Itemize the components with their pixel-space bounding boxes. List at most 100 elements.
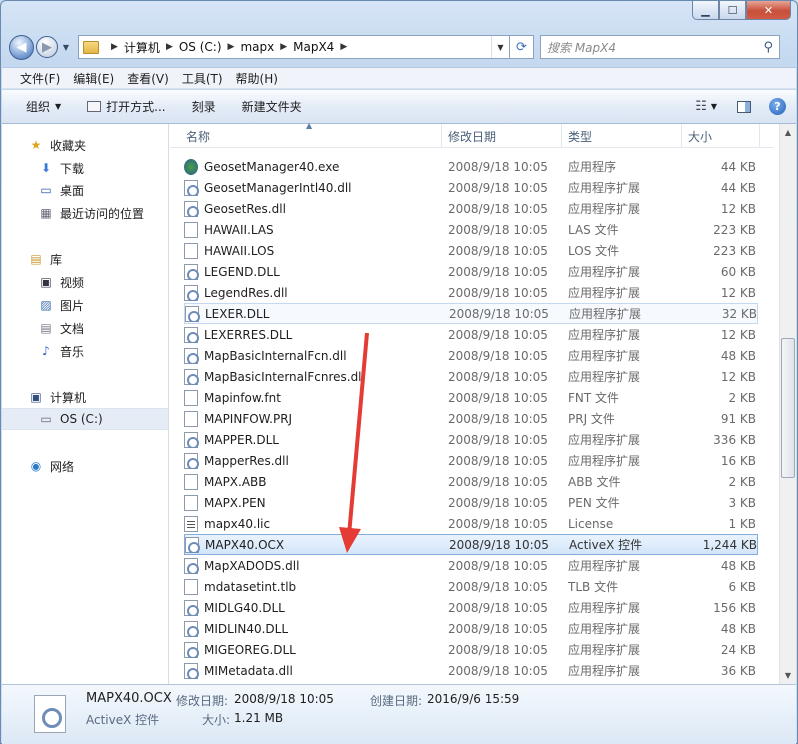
sidebar-item[interactable]: ★ 收藏夹	[2, 134, 168, 156]
preview-pane-icon[interactable]	[737, 100, 751, 113]
breadcrumb-separator-icon[interactable]: ▶	[166, 42, 173, 52]
scroll-down-icon[interactable]: ▼	[780, 667, 796, 684]
application-icon	[184, 158, 198, 175]
menu-tools[interactable]: 工具(T)	[182, 70, 223, 87]
scroll-thumb[interactable]	[781, 338, 795, 478]
table-row[interactable]: MAPX40.OCX 2008/9/18 10:05 ActiveX 控件 1,244…	[184, 534, 758, 555]
generic-file-icon	[184, 494, 198, 511]
minimize-button[interactable]: ▁	[692, 1, 719, 20]
table-row[interactable]: LEXER.DLL 2008/9/18 10:05 应用程序扩展 32 KB	[184, 303, 758, 324]
table-row[interactable]: GeosetRes.dll 2008/9/18 10:05 应用程序扩展 12 KB	[184, 198, 758, 219]
sidebar-item[interactable]: ▤ 文档	[2, 317, 168, 339]
search-icon[interactable]: ⚲	[763, 40, 773, 55]
search-input[interactable]: 搜索 MapX4 ⚲	[540, 35, 780, 59]
vertical-scrollbar[interactable]: ▲ ▼	[779, 124, 796, 684]
table-row[interactable]: MIMetadata.dll 2008/9/18 10:05 应用程序扩展 36 KB	[184, 660, 758, 681]
file-size: 336 KB	[713, 432, 756, 447]
file-type: LOS 文件	[568, 244, 620, 258]
view-options-dropdown[interactable]: ▼	[711, 102, 717, 111]
menu-help[interactable]: 帮助(H)	[236, 70, 278, 87]
back-button[interactable]: ◀	[9, 34, 34, 60]
table-row-partial[interactable]	[184, 148, 758, 156]
column-header-type[interactable]: 类型	[562, 124, 682, 148]
file-name-cell: MapperRes.dll	[184, 452, 442, 469]
table-row[interactable]: GeosetManager40.exe 2008/9/18 10:05 应用程序 44…	[184, 156, 758, 177]
breadcrumb-separator-icon[interactable]: ▶	[340, 42, 347, 52]
menu-file[interactable]: 文件(F)	[20, 70, 60, 87]
breadcrumb-drive[interactable]: OS (C:)	[179, 40, 222, 54]
sidebar-item[interactable]: ▭ 桌面	[2, 179, 168, 201]
scroll-up-icon[interactable]: ▲	[780, 124, 796, 141]
sidebar-item[interactable]: ▨ 图片	[2, 294, 168, 316]
sidebar-item[interactable]: ♪ 音乐	[2, 340, 168, 362]
file-name: mapx40.lic	[204, 516, 271, 531]
forward-arrow-icon: ▶	[42, 39, 52, 55]
table-row[interactable]: MAPX.ABB 2008/9/18 10:05 ABB 文件 2 KB	[184, 471, 758, 492]
table-row[interactable]: Mapinfow.fnt 2008/9/18 10:05 FNT 文件 2 KB	[184, 387, 758, 408]
dll-file-icon	[184, 599, 199, 616]
file-date: 2008/9/18 10:05	[448, 600, 548, 615]
open-with-button[interactable]: 打开方式...	[87, 98, 166, 115]
table-row[interactable]: MAPINFOW.PRJ 2008/9/18 10:05 PRJ 文件 91 KB	[184, 408, 758, 429]
table-row[interactable]: MapperRes.dll 2008/9/18 10:05 应用程序扩展 16 KB	[184, 450, 758, 471]
table-row[interactable]: MIGEOREG.DLL 2008/9/18 10:05 应用程序扩展 24 KB	[184, 639, 758, 660]
help-icon[interactable]: ?	[769, 98, 786, 115]
burn-button[interactable]: 刻录	[192, 98, 216, 115]
sidebar-item[interactable]: ⬇ 下载	[2, 157, 168, 179]
table-row[interactable]: MAPPER.DLL 2008/9/18 10:05 应用程序扩展 336 KB	[184, 429, 758, 450]
sidebar-item[interactable]: ▭ OS (C:)	[2, 408, 168, 430]
sidebar-item[interactable]: ▦ 最近访问的位置	[2, 202, 168, 224]
file-type: 应用程序扩展	[568, 265, 641, 279]
breadcrumb-separator-icon[interactable]: ▶	[228, 42, 235, 52]
table-row[interactable]: LEGEND.DLL 2008/9/18 10:05 应用程序扩展 60 KB	[184, 261, 758, 282]
table-row[interactable]: MapBasicInternalFcnres.dll 2008/9/18 10:0…	[184, 366, 758, 387]
organize-button[interactable]: 组织 ▼	[26, 98, 61, 115]
breadcrumb-mapx[interactable]: mapx	[240, 40, 274, 54]
sidebar-item[interactable]: ◉ 网络	[2, 455, 168, 477]
sidebar-item-label: 库	[50, 252, 63, 267]
file-name: LEGEND.DLL	[204, 264, 280, 279]
file-size: 1 KB	[728, 516, 756, 531]
file-name: MIDLIN40.DLL	[204, 621, 289, 636]
file-name-cell: LEXERRES.DLL	[184, 326, 442, 343]
column-header-size[interactable]: 大小	[682, 124, 760, 148]
recent-pages-dropdown[interactable]: ▼	[60, 43, 72, 52]
table-row[interactable]: HAWAII.LAS 2008/9/18 10:05 LAS 文件 223 KB	[184, 219, 758, 240]
sidebar-item-label: 图片	[60, 298, 85, 313]
table-row[interactable]: MIDLIN40.DLL 2008/9/18 10:05 应用程序扩展 48 KB	[184, 618, 758, 639]
menu-edit[interactable]: 编辑(E)	[73, 70, 114, 87]
sidebar-item[interactable]: ▣ 视频	[2, 271, 168, 293]
address-history-dropdown[interactable]: ▼	[491, 36, 509, 58]
breadcrumb-computer[interactable]: 计算机	[124, 39, 160, 56]
breadcrumb-mapx4[interactable]: MapX4	[293, 40, 334, 54]
sidebar-item[interactable]: ▣ 计算机	[2, 386, 168, 408]
file-size: 156 KB	[713, 600, 756, 615]
change-view-icon[interactable]: ☷	[695, 99, 707, 114]
refresh-button[interactable]: ⟳	[510, 35, 534, 59]
address-bar[interactable]: ▶ 计算机 ▶ OS (C:) ▶ mapx ▶ MapX4 ▶ ▼	[78, 35, 510, 59]
table-row[interactable]: mdatasetint.tlb 2008/9/18 10:05 TLB 文件 6 KB	[184, 576, 758, 597]
maximize-button[interactable]: ☐	[719, 1, 746, 20]
table-row[interactable]: LEXERRES.DLL 2008/9/18 10:05 应用程序扩展 12 KB	[184, 324, 758, 345]
table-row[interactable]: MapBasicInternalFcn.dll 2008/9/18 10:05 应用…	[184, 345, 758, 366]
table-row[interactable]: MIDLG40.DLL 2008/9/18 10:05 应用程序扩展 156 KB	[184, 597, 758, 618]
forward-button[interactable]: ▶	[36, 36, 58, 58]
dll-file-icon	[184, 326, 199, 343]
new-folder-button[interactable]: 新建文件夹	[242, 98, 302, 115]
close-button[interactable]: ✕	[746, 1, 791, 20]
caption-buttons: ▁ ☐ ✕	[692, 1, 791, 20]
table-row[interactable]: LegendRes.dll 2008/9/18 10:05 应用程序扩展 12 KB	[184, 282, 758, 303]
breadcrumb-separator-icon[interactable]: ▶	[280, 42, 287, 52]
dll-file-icon	[184, 662, 199, 679]
table-row[interactable]: MapXADODS.dll 2008/9/18 10:05 应用程序扩展 48 KB	[184, 555, 758, 576]
file-date: 2008/9/18 10:05	[448, 411, 548, 426]
file-name-cell: MapXADODS.dll	[184, 557, 442, 574]
sidebar-item[interactable]: ▤ 库	[2, 248, 168, 270]
column-header-date[interactable]: 修改日期	[442, 124, 562, 148]
table-row[interactable]: GeosetManagerIntl40.dll 2008/9/18 10:05 应用…	[184, 177, 758, 198]
table-row[interactable]: MAPX.PEN 2008/9/18 10:05 PEN 文件 3 KB	[184, 492, 758, 513]
table-row[interactable]: HAWAII.LOS 2008/9/18 10:05 LOS 文件 223 KB	[184, 240, 758, 261]
menu-view[interactable]: 查看(V)	[127, 70, 169, 87]
breadcrumb-separator-icon[interactable]: ▶	[111, 42, 118, 52]
table-row[interactable]: mapx40.lic 2008/9/18 10:05 License 1 KB	[184, 513, 758, 534]
